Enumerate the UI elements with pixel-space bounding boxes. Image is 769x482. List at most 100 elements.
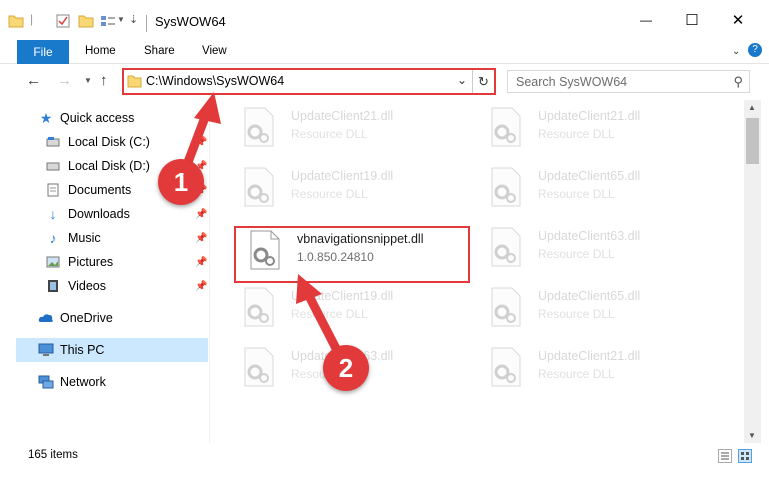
back-arrow-icon[interactable]: ← [26,72,41,89]
scroll-down-icon[interactable]: ▼ [748,431,756,440]
step-badge-1: 1 [158,159,204,205]
sidebar-item-pictures[interactable]: Pictures 📌 [0,250,208,274]
pin-icon[interactable]: 📌 [195,137,207,148]
title-bar: | ▼ ⇣ SysWOW64 — ☐ ✕ [0,0,769,40]
file-name: UpdateClient19.dll [291,289,394,303]
sidebar-item-quick-access[interactable]: ★ Quick access [0,106,208,130]
item-count: 165 items [28,449,78,461]
documents-icon [45,182,61,198]
dll-file-icon [491,347,521,387]
large-icons-view-icon[interactable] [738,449,752,463]
dll-file-icon [244,167,274,207]
file-name: UpdateClient19.dll [291,169,394,183]
close-icon: ✕ [731,12,745,29]
chevron-down-icon[interactable]: ⌄ [457,73,467,87]
dll-file-icon [491,167,521,207]
up-arrow-icon[interactable]: ↑ [100,72,108,89]
chevron-down-icon[interactable]: ▼ [117,15,125,24]
close-button[interactable]: ✕ [715,0,761,40]
navigation-pane: ★ Quick access Local Disk (C:) 📌 Local D… [0,100,210,443]
pin-icon[interactable]: 📌 [195,209,207,220]
file-name: UpdateClient21.dll [538,349,641,363]
refresh-button[interactable]: ↻ [472,70,494,93]
list-item[interactable]: UpdateClient21.dll Resource DLL [478,340,718,396]
sidebar-item-this-pc[interactable]: This PC [16,338,208,362]
search-input[interactable]: Search SysWOW64 [516,75,627,89]
list-item[interactable]: UpdateClient19.dll Resource DLL [231,160,471,216]
sidebar-item-label: Documents [68,183,132,197]
star-icon: ★ [39,109,53,126]
dll-file-icon [244,347,274,387]
properties-icon[interactable] [56,14,70,28]
list-item[interactable]: UpdateClient21.dll Resource DLL [231,100,471,156]
tab-home[interactable]: Home [85,45,116,57]
search-icon[interactable]: ⚲ [733,74,743,90]
dll-file-icon [491,287,521,327]
pin-icon[interactable]: 📌 [195,257,207,268]
sidebar-item-label: Music [68,231,101,245]
search-box[interactable]: Search SysWOW64 ⚲ [507,70,750,93]
sidebar-item-downloads[interactable]: ↓ Downloads 📌 [0,202,208,226]
folder-icon [127,75,142,88]
sidebar-item-local-disk-c[interactable]: Local Disk (C:) 📌 [0,130,208,154]
sidebar-item-videos[interactable]: Videos 📌 [0,274,208,298]
file-name: UpdateClient65.dll [538,169,641,183]
help-icon[interactable]: ? [748,43,762,57]
list-item[interactable]: UpdateClient65.dll Resource DLL [478,160,718,216]
sidebar-item-network[interactable]: Network [0,370,208,394]
tab-share[interactable]: Share [144,45,175,57]
tab-view[interactable]: View [202,45,227,57]
file-name: UpdateClient21.dll [538,109,641,123]
pin-icon[interactable]: 📌 [195,233,207,244]
dll-file-icon [244,107,274,147]
scroll-thumb[interactable] [746,118,759,164]
customize-toolbar-icon[interactable]: ⇣ [129,13,138,26]
pictures-icon [45,254,61,270]
new-folder-icon[interactable] [78,14,94,28]
dll-file-icon [491,107,521,147]
list-item[interactable]: UpdateClient19.dll Resource DLL [231,280,471,336]
sidebar-item-label: Videos [68,279,106,293]
file-name: UpdateClient63.dll [538,229,641,243]
maximize-button[interactable]: ☐ [669,0,715,40]
dll-file-icon [244,287,274,327]
sidebar-item-label: Quick access [60,111,135,125]
tab-file[interactable]: File [17,40,69,64]
address-bar[interactable]: C:\Windows\SysWOW64 ⌄ ↻ [122,68,496,95]
address-path[interactable]: C:\Windows\SysWOW64 [146,74,284,88]
list-item[interactable]: UpdateClient63.dll Resource DLL [478,220,718,276]
sidebar-item-label: Pictures [68,255,114,269]
pin-icon[interactable]: 📌 [195,281,207,292]
expand-ribbon-icon[interactable]: ⌄ [732,46,740,57]
maximize-icon: ☐ [685,12,699,29]
file-description: Resource DLL [291,187,368,201]
cloud-icon [38,310,54,326]
list-item[interactable]: UpdateClient21.dll Resource DLL [478,100,718,156]
file-description: Resource DLL [538,127,615,141]
download-icon: ↓ [49,206,57,222]
minimize-button[interactable]: — [623,0,669,40]
vertical-scrollbar[interactable]: ▲ ▼ [744,100,761,443]
sidebar-item-label: Local Disk (C:) [68,135,150,149]
sidebar-item-label: Network [60,375,106,389]
list-item[interactable]: UpdateClient65.dll Resource DLL [478,280,718,336]
recent-locations-icon[interactable]: ▼ [84,76,92,85]
forward-arrow-icon[interactable]: → [57,72,72,89]
details-view-icon[interactable] [718,449,732,463]
sidebar-item-label: This PC [60,343,105,357]
status-bar: 165 items [0,443,769,482]
sidebar-item-onedrive[interactable]: OneDrive [0,306,208,330]
sidebar-item-music[interactable]: ♪ Music 📌 [0,226,208,250]
window-title: SysWOW64 [155,14,226,29]
view-options-icon[interactable] [100,14,116,28]
folder-icon [8,15,24,28]
scroll-up-icon[interactable]: ▲ [748,103,756,112]
title-separator [146,15,147,32]
refresh-icon: ↻ [478,73,489,89]
file-name: UpdateClient21.dll [291,109,394,123]
file-description: Resource DLL [291,127,368,141]
file-description: Resource DLL [291,307,368,321]
computer-icon [38,342,54,358]
sidebar-item-label: OneDrive [60,311,113,325]
dll-file-icon [491,227,521,267]
